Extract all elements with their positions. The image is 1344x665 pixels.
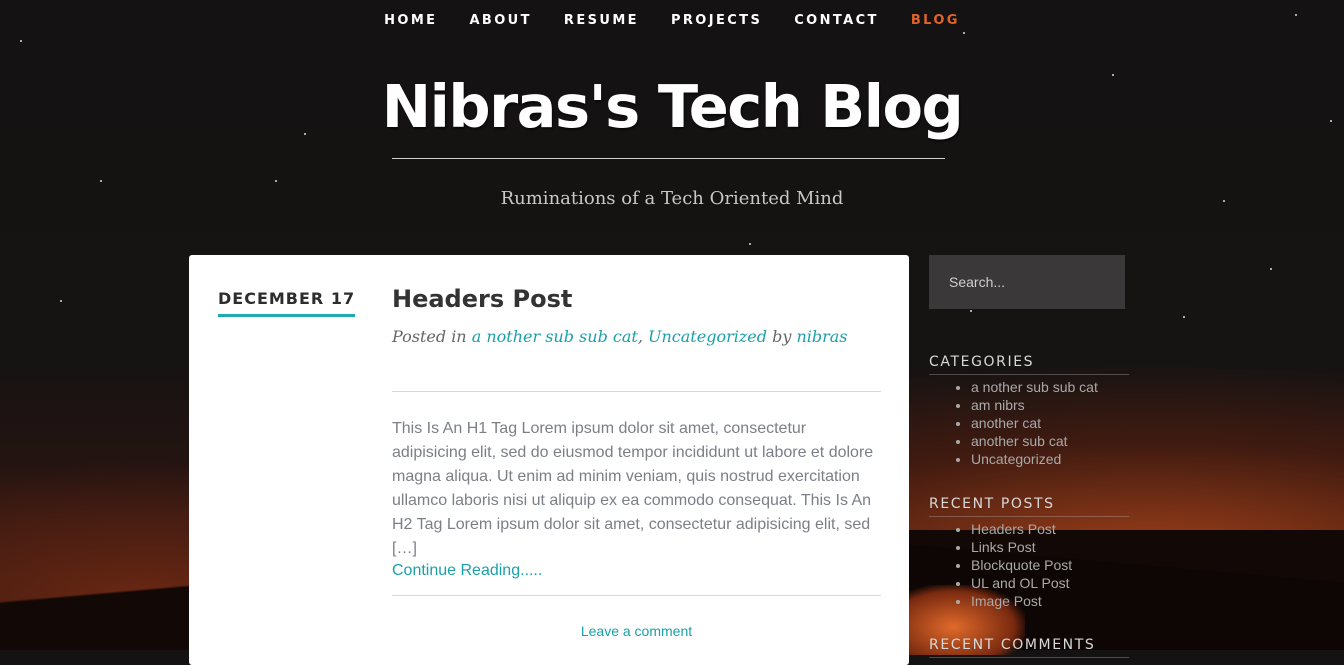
search-input[interactable] (929, 255, 1125, 309)
nav-contact[interactable]: CONTACT (778, 0, 895, 41)
post-divider (392, 391, 881, 392)
post-card: DECEMBER 17 Headers Post Posted in a not… (189, 255, 909, 665)
post-category-link[interactable]: Uncategorized (648, 327, 767, 346)
category-item[interactable]: another sub cat (971, 432, 1129, 450)
category-item[interactable]: a nother sub sub cat (971, 378, 1129, 396)
nav-home[interactable]: HOME (368, 0, 453, 41)
title-divider (392, 158, 945, 159)
post-date: DECEMBER 17 (218, 289, 356, 317)
recent-post-item[interactable]: Links Post (971, 538, 1129, 556)
recent-post-item[interactable]: Blockquote Post (971, 556, 1129, 574)
post-category-link[interactable]: a nother sub sub cat (472, 327, 638, 346)
nav-about[interactable]: ABOUT (453, 0, 547, 41)
category-item[interactable]: Uncategorized (971, 450, 1129, 468)
site-tagline: Ruminations of a Tech Oriented Mind (500, 188, 844, 209)
recent-post-item[interactable]: Image Post (971, 592, 1129, 610)
recent-comments-widget: RECENT COMMENTS (929, 637, 1129, 658)
main-navigation: HOME ABOUT RESUME PROJECTS CONTACT BLOG (0, 0, 1344, 40)
category-item[interactable]: am nibrs (971, 396, 1129, 414)
recent-comments-heading: RECENT COMMENTS (929, 637, 1129, 658)
leave-comment-link[interactable]: Leave a comment (392, 623, 881, 639)
post-excerpt: This Is An H1 Tag Lorem ipsum dolor sit … (392, 420, 874, 557)
post-title[interactable]: Headers Post (392, 285, 572, 313)
meta-posted-in: Posted in (392, 327, 467, 346)
post-author-link[interactable]: nibras (796, 327, 847, 346)
meta-separator: , (637, 327, 643, 346)
recent-posts-heading: RECENT POSTS (929, 496, 1129, 517)
site-title[interactable]: Nibras's Tech Blog (0, 72, 1344, 141)
categories-widget: CATEGORIES a nother sub sub cat am nibrs… (929, 354, 1129, 468)
recent-posts-widget: RECENT POSTS Headers Post Links Post Blo… (929, 496, 1129, 610)
meta-by: by (772, 327, 792, 346)
post-footer-divider (392, 595, 881, 596)
category-item[interactable]: another cat (971, 414, 1129, 432)
recent-post-item[interactable]: UL and OL Post (971, 574, 1129, 592)
nav-projects[interactable]: PROJECTS (655, 0, 778, 41)
nav-resume[interactable]: RESUME (548, 0, 655, 41)
categories-heading: CATEGORIES (929, 354, 1129, 375)
recent-post-item[interactable]: Headers Post (971, 520, 1129, 538)
post-meta: Posted in a nother sub sub cat, Uncatego… (392, 327, 848, 346)
continue-reading-link[interactable]: Continue Reading..... (392, 562, 542, 580)
nav-blog[interactable]: BLOG (895, 0, 976, 41)
